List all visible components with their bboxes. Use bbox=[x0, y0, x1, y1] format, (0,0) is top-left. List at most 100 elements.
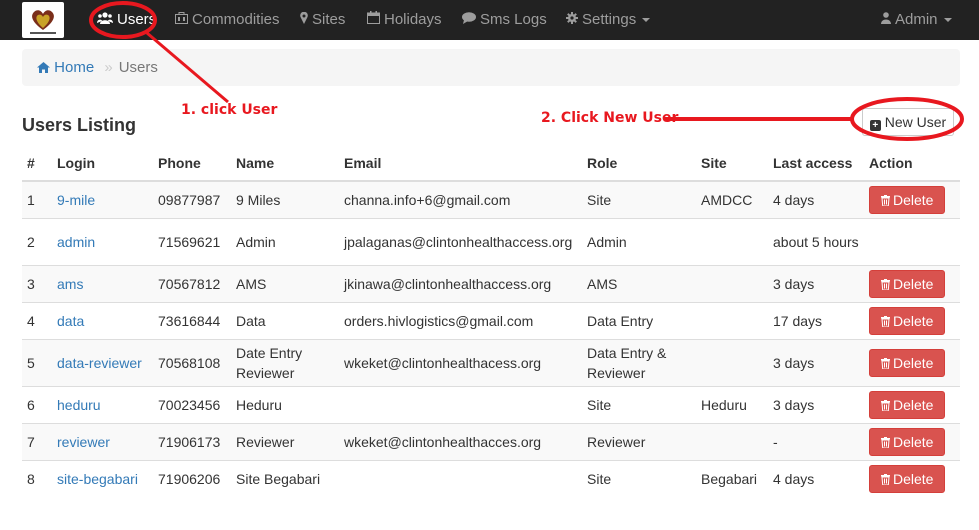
nav-holidays[interactable]: Holidays bbox=[367, 0, 442, 40]
map-marker-icon bbox=[300, 0, 308, 40]
col-header-last-access: Last access bbox=[768, 145, 864, 182]
cell-action: Delete bbox=[864, 301, 960, 339]
cell-last-access: - bbox=[768, 422, 864, 460]
login-link[interactable]: data bbox=[57, 313, 84, 329]
cell-last-access: about 5 hours bbox=[768, 217, 864, 265]
trash-icon bbox=[881, 473, 890, 487]
cell-name: Date Entry Reviewer bbox=[231, 338, 339, 386]
cell-action: Delete bbox=[864, 264, 960, 302]
cell-email: jpalaganas@clintonhealthaccess.org bbox=[339, 217, 582, 265]
nav-sms-logs[interactable]: Sms Logs bbox=[462, 0, 547, 40]
col-header-phone: Phone bbox=[153, 145, 231, 182]
cell-name: Reviewer bbox=[231, 422, 339, 460]
delete-label: Delete bbox=[893, 312, 934, 329]
cell-email: channa.info+6@gmail.com bbox=[339, 180, 582, 218]
cell-role: Data Entry bbox=[582, 301, 696, 339]
users-table: # Login Phone Name Email Role Site Last … bbox=[22, 145, 960, 497]
cell-role: Site bbox=[582, 385, 696, 423]
delete-button[interactable]: Delete bbox=[869, 348, 946, 377]
delete-button[interactable]: Delete bbox=[869, 390, 946, 419]
cell-num: 2 bbox=[22, 217, 52, 265]
nav-sites-label: Sites bbox=[312, 11, 346, 28]
cell-login: data-reviewer bbox=[52, 338, 153, 386]
cell-email: orders.hivlogistics@gmail.com bbox=[339, 301, 582, 339]
delete-label: Delete bbox=[893, 191, 934, 208]
cell-login: heduru bbox=[52, 385, 153, 423]
cell-action: Delete bbox=[864, 338, 960, 386]
user-icon bbox=[881, 0, 891, 40]
breadcrumb-current: Users bbox=[118, 59, 158, 76]
nav-commodities[interactable]: Commodities bbox=[175, 0, 280, 40]
table-row: 1 9-mile 09877987 9 Miles channa.info+6@gmai… bbox=[22, 180, 960, 218]
cell-last-access: 4 days bbox=[768, 459, 864, 497]
cell-phone: 09877987 bbox=[153, 180, 231, 218]
delete-button[interactable]: Delete bbox=[869, 306, 946, 335]
login-link[interactable]: admin bbox=[57, 234, 95, 250]
cell-email bbox=[339, 459, 582, 497]
navbar: Users Commodities Sites Holidays Sms Log… bbox=[0, 0, 979, 40]
cell-login: site-begabari bbox=[52, 459, 153, 497]
login-link[interactable]: 9-mile bbox=[57, 192, 95, 208]
trash-icon bbox=[881, 436, 890, 450]
delete-button[interactable]: Delete bbox=[869, 185, 946, 214]
col-header-role: Role bbox=[582, 145, 696, 182]
cell-email: wkeket@clintonhealthacess.org bbox=[339, 338, 582, 386]
department-of-health-logo[interactable] bbox=[22, 2, 64, 38]
nav-sites[interactable]: Sites bbox=[300, 0, 345, 40]
comment-icon bbox=[462, 0, 476, 40]
cell-num: 1 bbox=[22, 180, 52, 218]
cell-role: Data Entry & Reviewer bbox=[582, 338, 696, 386]
user-menu-label: Admin bbox=[895, 11, 938, 28]
trash-icon bbox=[881, 278, 890, 292]
nav-users[interactable]: Users bbox=[97, 0, 156, 40]
cell-num: 5 bbox=[22, 338, 52, 386]
table-row: 4 data 73616844 Data orders.hivlogistics@gma… bbox=[22, 301, 960, 339]
cell-num: 6 bbox=[22, 385, 52, 423]
annotation-step2: 2. Click New User bbox=[541, 110, 679, 126]
cell-action: Delete bbox=[864, 385, 960, 423]
login-link[interactable]: reviewer bbox=[57, 434, 110, 450]
nav-commodities-label: Commodities bbox=[192, 11, 280, 28]
delete-button[interactable]: Delete bbox=[869, 464, 946, 493]
delete-button[interactable]: Delete bbox=[869, 269, 946, 298]
cell-num: 4 bbox=[22, 301, 52, 339]
cell-site bbox=[696, 301, 768, 339]
cell-phone: 71906206 bbox=[153, 459, 231, 497]
cell-last-access: 3 days bbox=[768, 264, 864, 302]
cell-phone: 70567812 bbox=[153, 264, 231, 302]
cell-last-access: 3 days bbox=[768, 385, 864, 423]
delete-label: Delete bbox=[893, 396, 934, 413]
cell-last-access: 3 days bbox=[768, 338, 864, 386]
cell-role: Reviewer bbox=[582, 422, 696, 460]
cell-login: reviewer bbox=[52, 422, 153, 460]
annotation-step1: 1. click User bbox=[181, 102, 278, 118]
delete-label: Delete bbox=[893, 433, 934, 450]
table-row: 5 data-reviewer 70568108 Date Entry Reviewe… bbox=[22, 338, 960, 386]
col-header-action: Action bbox=[864, 145, 960, 182]
trash-icon bbox=[881, 315, 890, 329]
login-link[interactable]: site-begabari bbox=[57, 471, 138, 487]
cell-email bbox=[339, 385, 582, 423]
breadcrumb: Home » Users bbox=[22, 49, 960, 86]
delete-label: Delete bbox=[893, 354, 934, 371]
cell-site bbox=[696, 338, 768, 386]
nav-holidays-label: Holidays bbox=[384, 11, 442, 28]
cell-role: Site bbox=[582, 180, 696, 218]
cell-site: Heduru bbox=[696, 385, 768, 423]
login-link[interactable]: data-reviewer bbox=[57, 355, 142, 371]
cell-login: ams bbox=[52, 264, 153, 302]
new-user-button[interactable]: + New User bbox=[862, 108, 954, 136]
breadcrumb-home[interactable]: Home bbox=[37, 59, 98, 76]
cell-email: jkinawa@clintonhealthaccess.org bbox=[339, 264, 582, 302]
login-link[interactable]: heduru bbox=[57, 397, 101, 413]
col-header-num: # bbox=[22, 145, 52, 182]
cell-action: Delete bbox=[864, 422, 960, 460]
nav-settings[interactable]: Settings bbox=[566, 0, 651, 40]
col-header-email: Email bbox=[339, 145, 582, 182]
delete-button[interactable]: Delete bbox=[869, 427, 946, 456]
user-menu[interactable]: Admin bbox=[881, 0, 952, 40]
delete-label: Delete bbox=[893, 470, 934, 487]
table-row: 3 ams 70567812 AMS jkinawa@clintonhealthacce… bbox=[22, 264, 960, 302]
login-link[interactable]: ams bbox=[57, 276, 83, 292]
nav-sms-logs-label: Sms Logs bbox=[480, 11, 547, 28]
